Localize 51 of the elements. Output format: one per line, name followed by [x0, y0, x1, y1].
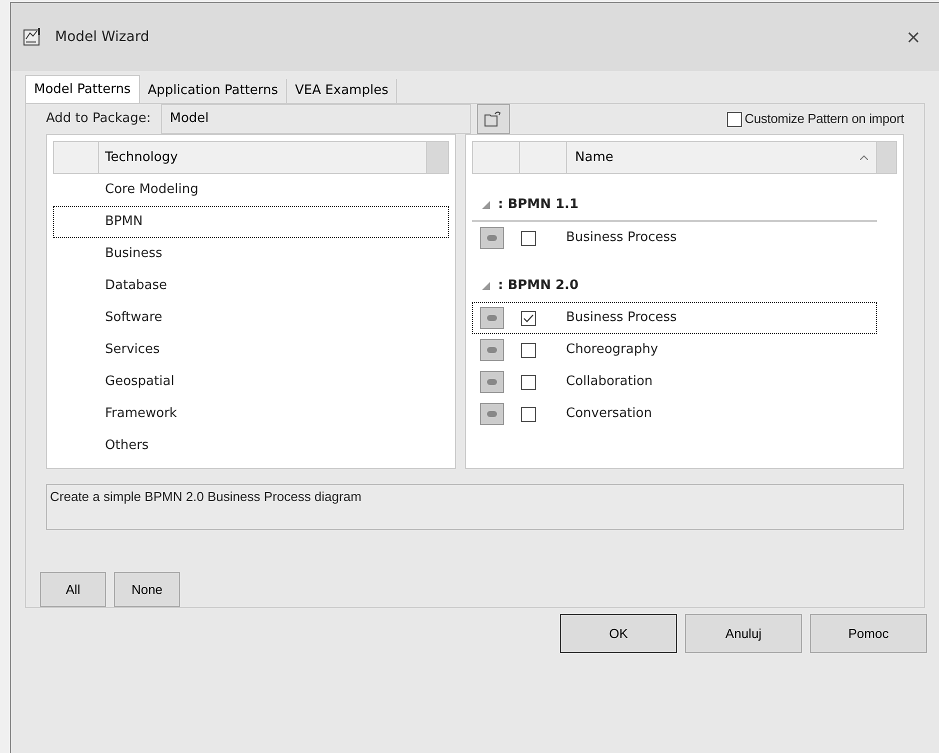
- list-item[interactable]: Business: [53, 238, 449, 270]
- description-box: Create a simple BPMN 2.0 Business Process diagram: [46, 484, 904, 530]
- dialog-button[interactable]: Anuluj: [685, 614, 802, 653]
- checkbox[interactable]: [521, 310, 536, 326]
- pattern-name: Business Process: [566, 229, 677, 248]
- pattern-name: Collaboration: [566, 373, 653, 392]
- pattern-name: Business Process: [566, 309, 677, 328]
- tab[interactable]: VEA Examples: [287, 79, 398, 103]
- pattern-row[interactable]: Choreography: [472, 334, 877, 366]
- package-field[interactable]: Model: [160, 104, 471, 134]
- tab[interactable]: Application Patterns: [140, 79, 288, 103]
- pattern-row[interactable]: Conversation: [472, 398, 877, 430]
- diagram-icon: [480, 403, 504, 425]
- pattern-row[interactable]: Business Process: [472, 222, 877, 254]
- list-item[interactable]: Geospatial: [53, 366, 449, 398]
- select-button[interactable]: All: [40, 572, 106, 607]
- field-label: Add to Package:: [46, 110, 151, 128]
- list-item[interactable]: Others: [53, 430, 449, 462]
- window-title: Model Wizard: [55, 28, 150, 46]
- checkbox[interactable]: [521, 406, 536, 422]
- group-heading: : BPMN 1.1: [498, 196, 579, 214]
- list-item[interactable]: Core Modeling: [53, 174, 449, 206]
- list-item[interactable]: Framework: [53, 398, 449, 430]
- expanded-icon[interactable]: [482, 201, 490, 209]
- list-item[interactable]: Database: [53, 270, 449, 302]
- checkbox[interactable]: [521, 230, 536, 246]
- list-item[interactable]: BPMN: [53, 206, 449, 238]
- folder-icon: [484, 111, 502, 127]
- list-item[interactable]: Software: [53, 302, 449, 334]
- group-heading: : BPMN 2.0: [498, 277, 579, 296]
- list-item[interactable]: Services: [53, 334, 449, 366]
- pattern-row[interactable]: Business Process: [472, 302, 877, 334]
- checkbox[interactable]: [521, 374, 536, 390]
- pattern-name: Conversation: [566, 405, 652, 424]
- checkbox[interactable]: [726, 112, 742, 126]
- pattern-row[interactable]: Collaboration: [472, 366, 877, 398]
- wizard-icon: [23, 27, 43, 47]
- close-button[interactable]: ×: [906, 24, 921, 50]
- diagram-icon: [480, 227, 504, 249]
- pattern-name: Choreography: [566, 341, 658, 360]
- dialog-button[interactable]: Pomoc: [810, 614, 927, 653]
- diagram-icon: [480, 371, 504, 393]
- select-button[interactable]: None: [114, 572, 180, 607]
- diagram-icon: [480, 339, 504, 361]
- checkbox[interactable]: [521, 342, 536, 358]
- browse-button[interactable]: [476, 104, 510, 134]
- checkbox-label: Customize Pattern on import: [744, 110, 904, 128]
- expanded-icon[interactable]: [482, 282, 490, 290]
- tab[interactable]: Model Patterns: [25, 75, 140, 103]
- dialog-button[interactable]: OK: [560, 614, 677, 653]
- diagram-icon: [480, 307, 504, 329]
